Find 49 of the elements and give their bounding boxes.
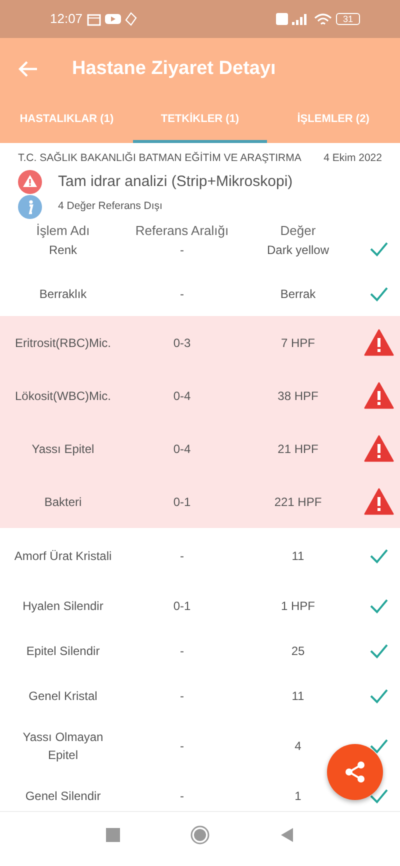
table-cell-text: 21 HPF xyxy=(276,440,320,458)
table-cell-text: 0-1 xyxy=(172,494,192,511)
table-cell-text: 0-3 xyxy=(172,334,192,352)
table-cell-text: Yassı Epitel xyxy=(30,440,96,458)
table-cell-text: 0-4 xyxy=(172,388,192,405)
table-cell-text: Genel Silendir xyxy=(24,788,102,805)
table-cell-text: Lökosit(WBC)Mic. xyxy=(14,388,112,405)
table-cell-text: 7 HPF xyxy=(280,334,316,352)
table-cell-text: 1 HPF xyxy=(280,598,316,615)
table-cell-text: - xyxy=(179,548,185,565)
out-of-range-summary: 4 Değer Referans Dışı xyxy=(58,199,162,214)
table-cell-text: 0-1 xyxy=(172,598,192,615)
table-cell-text: 0-4 xyxy=(172,440,192,458)
table-cell-text: - xyxy=(179,242,185,260)
table-cell-text: 4 xyxy=(294,738,302,755)
test-date: 4 Ekim 2022 xyxy=(324,150,382,166)
test-name: Tam idrar analizi (Strip+Mikroskopi) xyxy=(58,172,293,192)
table-cell-text: Renk xyxy=(48,242,78,260)
battery-indicator: 31 xyxy=(336,13,360,25)
table-cell-text: Bakteri xyxy=(43,494,83,511)
status-time: 12:07 xyxy=(50,10,83,28)
table-cell-text: Hyalen Silendir xyxy=(22,598,104,615)
table-cell-text: - xyxy=(179,738,185,755)
table-cell-text: 221 HPF xyxy=(273,494,323,511)
hospital-name: T.C. SAĞLIK BAKANLIĞI BATMAN EĞİTİM VE ARAŞTIRMA xyxy=(18,150,302,166)
table-cell-text: Genel Kristal xyxy=(28,688,98,705)
screen-title: Hastane Ziyaret Detayı xyxy=(72,58,276,80)
tab[interactable]: HASTALIKLAR (1) xyxy=(0,100,134,142)
column-header: Değer xyxy=(279,222,317,240)
table-cell-text: 1 xyxy=(294,788,302,805)
table-cell-text: Amorf Ürat Kristali xyxy=(13,548,113,565)
table-cell-text: - xyxy=(179,642,185,660)
column-header: Referans Aralığı xyxy=(134,222,230,240)
table-cell-text: Berraklık xyxy=(38,286,88,303)
column-header: İşlem Adı xyxy=(35,222,91,240)
table-cell-text: Dark yellow xyxy=(266,242,330,260)
table-cell-text: - xyxy=(179,788,185,805)
table-cell-text: Berrak xyxy=(279,286,317,303)
table-cell-text: Yassı Olmayan Epitel xyxy=(22,728,104,764)
table-cell-text: 11 xyxy=(290,688,306,705)
table-cell-text: - xyxy=(179,286,185,303)
tab[interactable]: TETKİKLER (1) xyxy=(133,100,267,142)
table-cell-text: Epitel Silendir xyxy=(25,642,101,660)
table-cell-text: Eritrosit(RBC)Mic. xyxy=(14,334,112,352)
table-cell-text: 11 xyxy=(290,548,306,565)
tab[interactable]: İŞLEMLER (2) xyxy=(266,100,400,142)
table-cell-text: 38 HPF xyxy=(276,388,320,405)
table-cell-text: - xyxy=(179,688,185,705)
table-cell-text: 25 xyxy=(290,642,306,660)
